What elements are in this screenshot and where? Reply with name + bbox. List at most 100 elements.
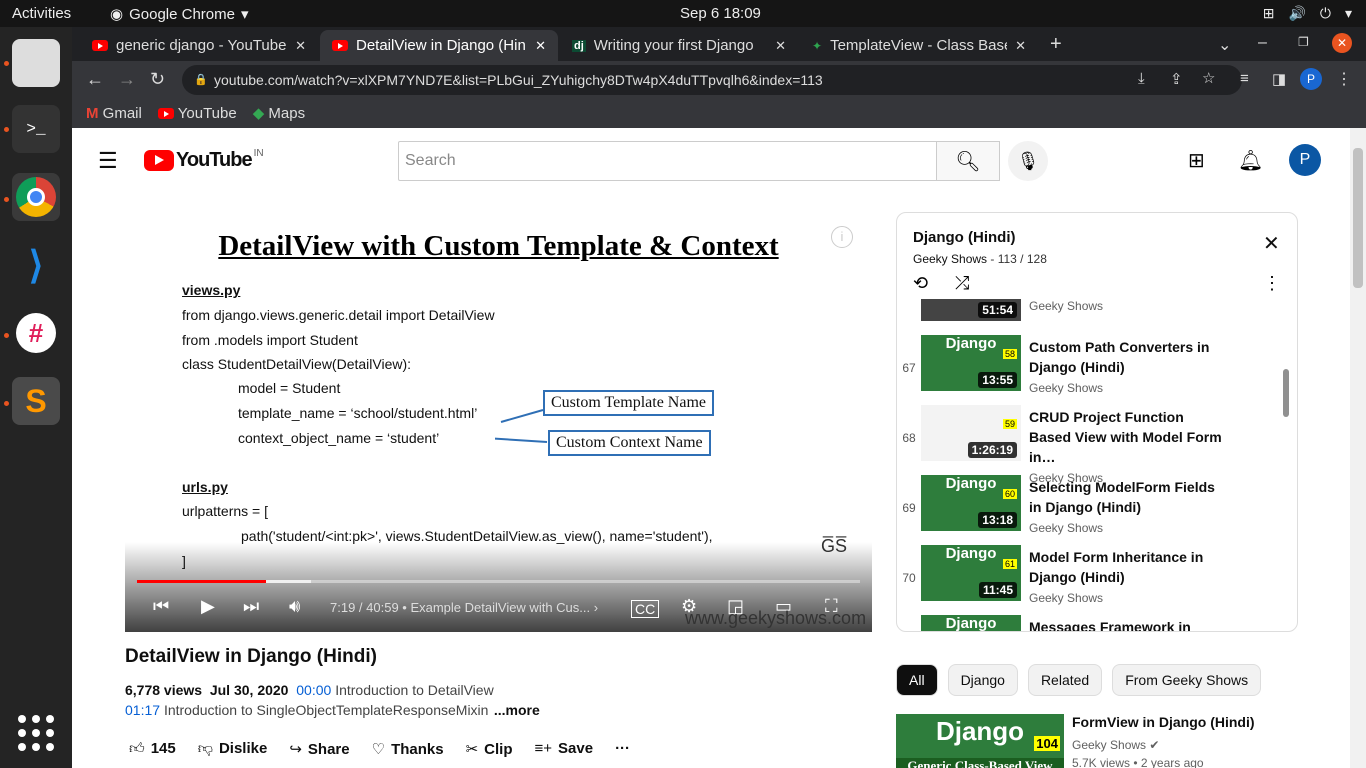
show-apps-icon[interactable]	[18, 715, 54, 751]
back-button[interactable]: ←	[86, 69, 104, 90]
close-icon[interactable]: ✕	[1015, 38, 1026, 54]
notifications-bell-icon[interactable]: 🔔︎	[1238, 148, 1263, 173]
playlist-item[interactable]: 51:54 Geeky Shows	[897, 299, 1287, 335]
volume-icon[interactable]: 🔊︎	[289, 596, 300, 617]
recommended-channel[interactable]: Geeky Shows	[1072, 738, 1146, 752]
playlist-scrollbar[interactable]	[1283, 369, 1289, 417]
info-icon[interactable]: i	[831, 226, 853, 248]
video-player[interactable]: DetailView with Custom Template & Contex…	[125, 212, 872, 632]
menu-hamburger-icon[interactable]: ☰	[98, 148, 118, 174]
show-more-button[interactable]: ...more	[494, 702, 540, 718]
close-window-button[interactable]: ✕	[1332, 33, 1352, 53]
slack-icon[interactable]: #	[12, 309, 60, 357]
voice-search-button[interactable]: 🎙︎	[1008, 141, 1048, 181]
reload-button[interactable]: ↻	[150, 69, 165, 90]
tab-templateview[interactable]: ✦ TemplateView - Class Base ✕	[800, 30, 1038, 61]
chapter-title[interactable]: Example DetailView with Cus...	[410, 600, 590, 615]
minimize-button[interactable]: –	[1258, 34, 1267, 52]
system-tray[interactable]: ⊞ 🔊 ⏻ ▾	[1263, 5, 1352, 22]
dislike-button[interactable]: 👎︎ Dislike	[198, 740, 268, 758]
terminal-icon[interactable]: >_	[12, 105, 60, 153]
close-icon[interactable]: ✕	[775, 38, 786, 54]
video-description[interactable]: 6,778 views Jul 30, 2020 00:00 Introduct…	[125, 680, 872, 720]
recommended-video[interactable]: Django 104 Generic Class-Based View Form…	[896, 714, 1298, 768]
address-bar[interactable]: 🔒 youtube.com/watch?v=xlXPM7YND7E&list=P…	[182, 65, 1242, 95]
previous-icon[interactable]: ⏮	[153, 596, 169, 617]
new-tab-button[interactable]: +	[1050, 33, 1062, 56]
item-index: 68	[902, 431, 916, 445]
like-button[interactable]: 👍︎ 145	[129, 740, 176, 758]
side-panel-icon[interactable]: ◨	[1272, 70, 1286, 88]
chip-from-geeky-shows[interactable]: From Geeky Shows	[1112, 664, 1262, 696]
save-button[interactable]: ≡+ Save	[535, 740, 594, 758]
video-meta: DetailView in Django (Hindi) 6,778 views…	[125, 646, 872, 758]
chip-django[interactable]: Django	[947, 664, 1018, 696]
playlist-menu-icon[interactable]: ⋮	[1263, 273, 1281, 294]
app-menu[interactable]: ◉ Google Chrome ▾	[110, 5, 249, 24]
clock[interactable]: Sep 6 18:09	[680, 5, 761, 22]
tab-generic-django[interactable]: generic django - YouTube ✕	[80, 30, 318, 61]
more-actions-icon[interactable]: ···	[615, 740, 630, 758]
play-icon[interactable]: ▶	[201, 596, 215, 617]
bookmark-gmail[interactable]: M Gmail	[86, 105, 142, 122]
sublime-text-icon[interactable]: S	[12, 377, 60, 425]
chrome-dock-icon[interactable]	[12, 173, 60, 221]
close-icon[interactable]: ✕	[535, 38, 546, 54]
playlist-title[interactable]: Django (Hindi)	[913, 229, 1047, 246]
create-video-icon[interactable]: ⊞	[1188, 148, 1205, 173]
next-icon[interactable]: ⏭	[243, 596, 259, 617]
scrollbar-thumb[interactable]	[1353, 148, 1363, 288]
tab-label: generic django - YouTube	[116, 37, 287, 54]
subtitles-icon[interactable]: CC	[631, 600, 660, 618]
code-line: template_name = ‘school/student.html’	[238, 405, 478, 421]
buffer-bar	[265, 580, 311, 583]
profile-avatar[interactable]: P	[1300, 68, 1322, 90]
playlist-item[interactable]: 70 Django 61 11:45 Model Form Inheritance …	[897, 545, 1287, 615]
menu-kebab-icon[interactable]: ⋮	[1336, 69, 1352, 89]
forward-button[interactable]: →	[118, 69, 136, 90]
vscode-icon[interactable]: ⟩	[12, 241, 60, 289]
bookmark-star-icon[interactable]: ☆	[1202, 69, 1215, 87]
timestamp-link[interactable]: 01:17	[125, 702, 160, 718]
tab-label: Writing your first Django	[593, 37, 754, 54]
files-icon[interactable]	[12, 39, 60, 87]
close-playlist-icon[interactable]: ✕	[1263, 231, 1280, 256]
search-button[interactable]: 🔍︎	[936, 141, 1000, 181]
chip-all[interactable]: All	[896, 664, 938, 696]
timestamp-link[interactable]: 00:00	[296, 682, 331, 698]
recommended-info: FormView in Django (Hindi) Geeky Shows ✔…	[1072, 714, 1255, 768]
share-button[interactable]: ↪ Share	[289, 740, 349, 758]
media-control-icon[interactable]: ≡	[1240, 70, 1249, 87]
search-input[interactable]: Search	[398, 141, 938, 181]
volume-icon: 🔊	[1288, 5, 1306, 21]
account-avatar[interactable]: P	[1289, 144, 1321, 176]
youtube-logo[interactable]: YouTube IN	[144, 148, 264, 172]
progress-bar[interactable]	[137, 580, 860, 583]
playlist-item[interactable]: 67 Django 58 13:55 Custom Path Converters …	[897, 335, 1287, 405]
tab-detailview[interactable]: DetailView in Django (Hin ✕	[320, 30, 558, 61]
share-icon[interactable]: ⇪	[1170, 70, 1183, 88]
clip-button[interactable]: ✂ Clip	[466, 740, 513, 758]
maximize-button[interactable]: ❐	[1298, 35, 1309, 49]
activities-button[interactable]: Activities	[12, 5, 71, 22]
playlist-item[interactable]: 68 59 1:26:19 CRUD Project Function Based…	[897, 405, 1287, 485]
loop-icon[interactable]: ⟲	[913, 273, 928, 294]
thanks-button[interactable]: ♡ Thanks	[372, 740, 444, 758]
maps-icon: ◆	[252, 105, 265, 122]
tab-django-docs[interactable]: dj Writing your first Django ✕	[560, 30, 798, 61]
playlist-channel[interactable]: Geeky Shows	[913, 252, 987, 266]
page-scrollbar[interactable]	[1350, 128, 1366, 768]
bookmark-maps[interactable]: ◆ Maps	[253, 104, 305, 122]
bookmark-label: Maps	[268, 105, 306, 122]
install-icon[interactable]: ⤓	[1138, 70, 1145, 87]
chip-related[interactable]: Related	[1027, 664, 1103, 696]
playlist-item[interactable]: Django Messages Framework in	[897, 615, 1287, 631]
shuffle-icon[interactable]: ⤮	[955, 273, 969, 294]
episode-badge: 59	[1002, 419, 1017, 429]
close-icon[interactable]: ✕	[295, 38, 306, 54]
bookmark-youtube[interactable]: YouTube	[157, 105, 237, 122]
playlist-item[interactable]: 69 Django 60 13:18 Selecting ModelForm Fie…	[897, 475, 1287, 545]
tab-search-icon[interactable]: ⌄	[1218, 35, 1231, 55]
item-index: 67	[902, 361, 916, 375]
app-menu-label: Google Chrome	[129, 5, 235, 23]
